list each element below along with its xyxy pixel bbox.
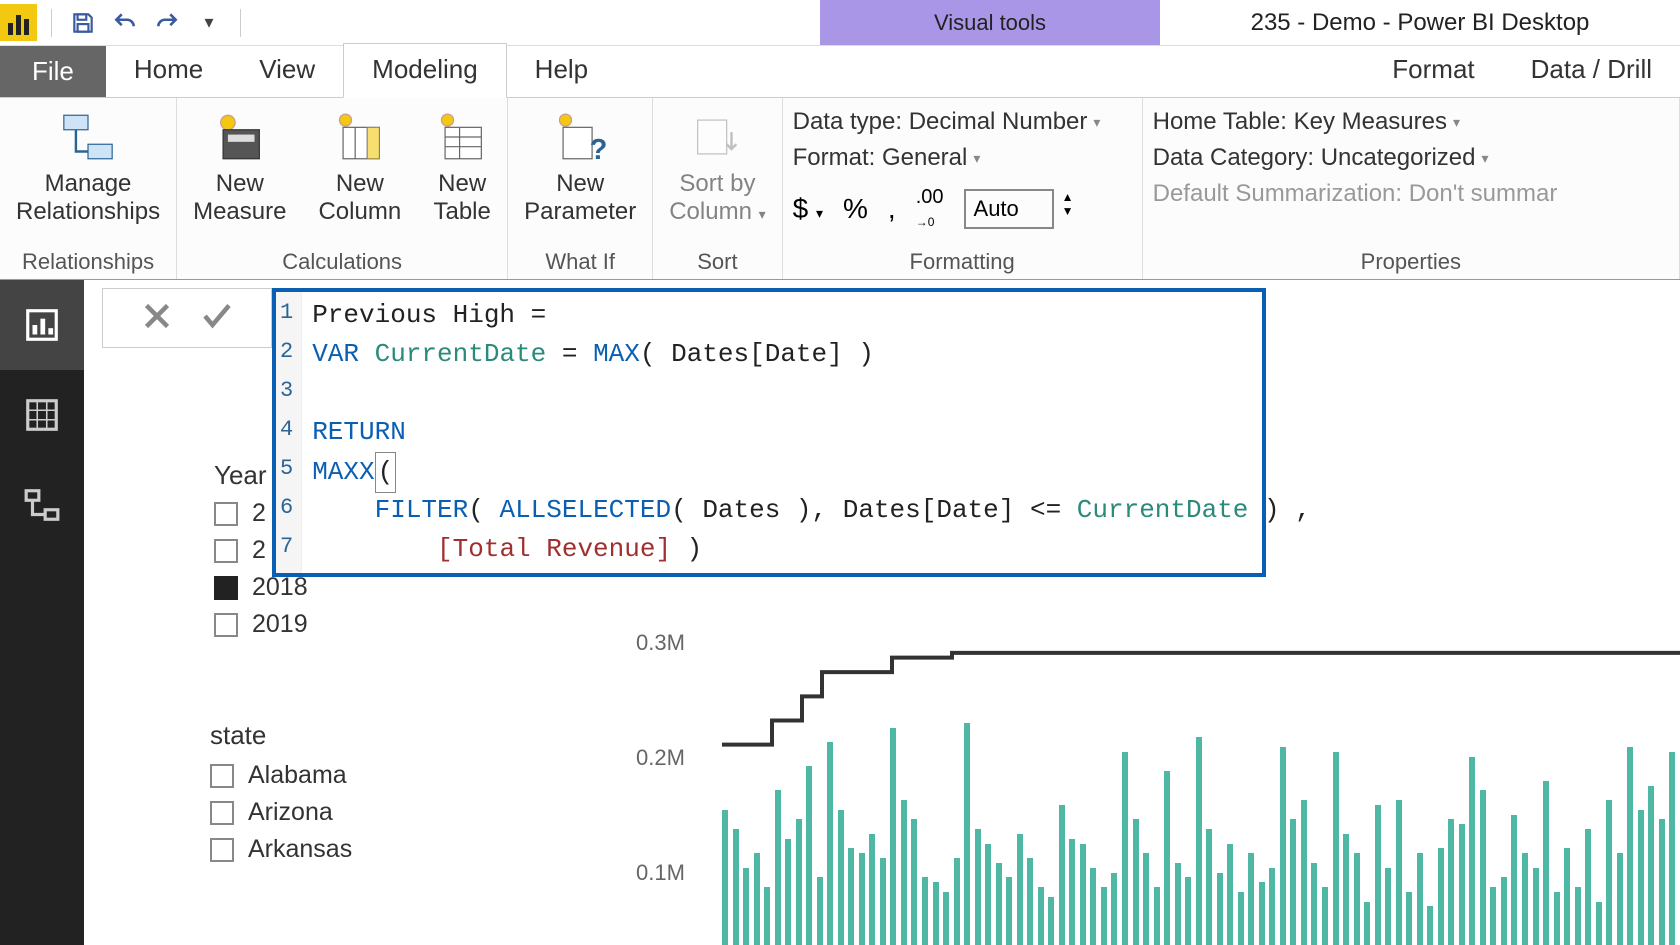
formula-commit-icon[interactable] [199, 298, 235, 339]
save-icon[interactable] [66, 6, 100, 40]
sort-by-column-button[interactable]: Sort by Column ▾ [663, 104, 771, 229]
app-logo-icon [0, 4, 37, 41]
format-dropdown[interactable]: Format: General▾ [793, 140, 1132, 176]
group-sort: Sort [663, 245, 771, 279]
ribbon: Manage Relationships Relationships New M… [0, 98, 1680, 280]
visual-tools-tab: Visual tools [820, 0, 1160, 45]
tab-file[interactable]: File [0, 46, 106, 97]
data-category-dropdown[interactable]: Data Category: Uncategorized▾ [1153, 140, 1669, 176]
default-summarization-dropdown[interactable]: Default Summarization: Don't summar [1153, 176, 1669, 212]
year-option[interactable]: 2 [214, 536, 308, 565]
group-whatif: What If [518, 245, 642, 279]
year-slicer-title: Year [214, 460, 308, 491]
decimals-auto-input[interactable]: Auto▲▼ [964, 189, 1054, 229]
nav-model-icon[interactable] [0, 460, 84, 550]
title-bar: ▾ Visual tools 235 - Demo - Power BI Des… [0, 0, 1680, 46]
tab-home[interactable]: Home [106, 44, 231, 97]
undo-icon[interactable] [108, 6, 142, 40]
report-canvas: 1 2 3 4 5 6 7 Previous High = VAR Curren… [84, 280, 1680, 945]
state-slicer-title: state [210, 720, 352, 751]
year-option[interactable]: 2019 [214, 610, 308, 639]
revenue-chart: 0.3M 0.2M 0.1M [624, 590, 1680, 945]
group-properties: Properties [1153, 245, 1669, 279]
formula-cancel-icon[interactable] [139, 298, 175, 339]
editor-code[interactable]: Previous High = VAR CurrentDate = MAX( D… [302, 292, 1321, 573]
data-type-dropdown[interactable]: Data type: Decimal Number▾ [793, 104, 1132, 140]
redo-icon[interactable] [150, 6, 184, 40]
group-calculations: Calculations [187, 245, 497, 279]
state-slicer[interactable]: state Alabama Arizona Arkansas [210, 720, 352, 872]
home-table-dropdown[interactable]: Home Table: Key Measures▾ [1153, 104, 1669, 140]
year-slicer[interactable]: Year 2 2 2018 2019 [214, 460, 308, 647]
state-option[interactable]: Arkansas [210, 835, 352, 864]
svg-text:?: ? [590, 134, 608, 166]
y-tick: 0.3M [636, 630, 685, 656]
year-option[interactable]: 2018 [214, 573, 308, 602]
new-parameter-button[interactable]: ? New Parameter [518, 104, 642, 229]
qat-dropdown-icon[interactable]: ▾ [192, 6, 226, 40]
dax-editor[interactable]: 1 2 3 4 5 6 7 Previous High = VAR Curren… [272, 288, 1266, 577]
decimals-icon[interactable]: .00→0 [916, 186, 944, 232]
previous-high-line [722, 653, 1680, 745]
group-formatting: Formatting [793, 245, 1132, 279]
group-relationships: Relationships [10, 245, 166, 279]
year-option[interactable]: 2 [214, 499, 308, 528]
manage-relationships-button[interactable]: Manage Relationships [10, 104, 166, 229]
new-table-button[interactable]: New Table [427, 104, 497, 229]
tab-format[interactable]: Format [1364, 44, 1502, 97]
currency-button[interactable]: $ ▾ [793, 193, 823, 225]
tab-data-drill[interactable]: Data / Drill [1503, 44, 1680, 97]
new-column-button[interactable]: New Column [312, 104, 407, 229]
window-title: 235 - Demo - Power BI Desktop [1160, 0, 1680, 45]
formula-bar-controls [102, 288, 272, 348]
y-tick: 0.1M [636, 860, 685, 886]
tab-modeling[interactable]: Modeling [343, 43, 507, 98]
comma-button[interactable]: , [888, 193, 896, 225]
nav-data-icon[interactable] [0, 370, 84, 460]
state-option[interactable]: Arizona [210, 798, 352, 827]
state-option[interactable]: Alabama [210, 761, 352, 790]
nav-report-icon[interactable] [0, 280, 84, 370]
tab-view[interactable]: View [231, 44, 343, 97]
tab-help[interactable]: Help [507, 44, 616, 97]
left-nav-rail [0, 280, 84, 945]
percent-button[interactable]: % [843, 193, 868, 225]
y-tick: 0.2M [636, 745, 685, 771]
new-measure-button[interactable]: New Measure [187, 104, 292, 229]
ribbon-tabs: File Home View Modeling Help Format Data… [0, 46, 1680, 98]
